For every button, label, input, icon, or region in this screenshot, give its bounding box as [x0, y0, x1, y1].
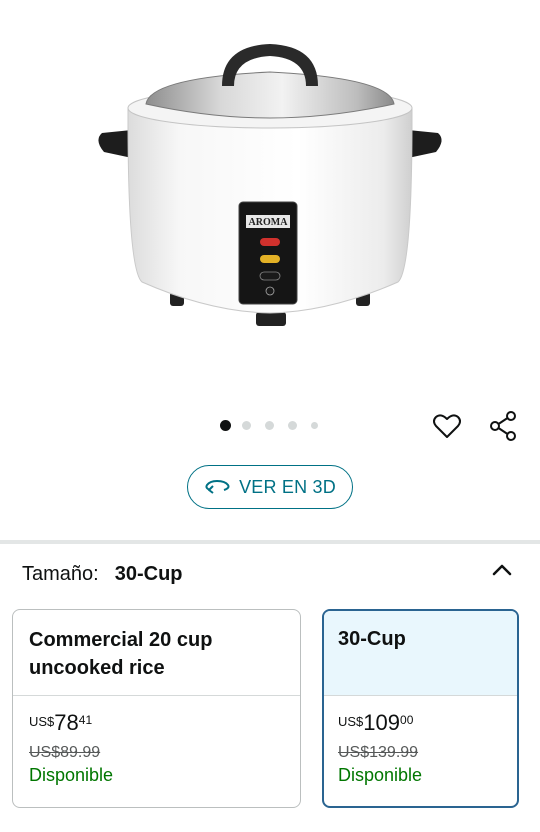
section-divider	[0, 540, 540, 544]
size-option-card-selected[interactable]: 30-Cup US$ 109 00 US$139.99 Disponible	[322, 609, 519, 808]
favorite-button[interactable]	[430, 409, 464, 443]
price-currency: US$	[29, 714, 55, 729]
product-image[interactable]: AROMA	[0, 0, 540, 395]
rotate-3d-icon	[205, 479, 230, 494]
size-option-header: Commercial 20 cup uncooked rice	[13, 610, 300, 696]
price-fraction: 41	[78, 713, 93, 727]
size-selected-value: 30-Cup	[114, 562, 183, 585]
size-label: Tamaño:	[22, 562, 99, 585]
size-option-title: 30-Cup	[338, 628, 406, 650]
size-option-body: US$ 109 00 US$139.99 Disponible	[324, 696, 517, 786]
carousel-dot-1[interactable]	[220, 420, 231, 431]
rice-cooker-image: AROMA	[98, 44, 442, 326]
brand-logo: AROMA	[249, 217, 289, 228]
heart-icon	[433, 414, 461, 438]
availability: Disponible	[338, 765, 423, 785]
list-price: US$139.99	[338, 744, 419, 761]
price-currency: US$	[338, 714, 364, 729]
carousel-dot-3[interactable]	[265, 421, 274, 430]
size-option-card[interactable]: Commercial 20 cup uncooked rice US$ 78 4…	[12, 609, 301, 808]
size-selector-header: Tamaño: 30-Cup	[22, 560, 183, 588]
size-option-title: Commercial 20 cup uncooked rice	[29, 629, 213, 679]
view-3d-label: VER EN 3D	[239, 476, 336, 497]
collapse-size-button[interactable]	[488, 556, 516, 584]
size-option-header: 30-Cup	[324, 611, 517, 696]
view-3d-button[interactable]: VER EN 3D	[187, 465, 353, 509]
availability: Disponible	[29, 765, 114, 785]
share-icon	[490, 411, 516, 441]
carousel-dot-4[interactable]	[288, 421, 297, 430]
price: US$ 78 41	[29, 710, 284, 740]
share-button[interactable]	[487, 409, 521, 443]
size-option-body: US$ 78 41 US$89.99 Disponible	[13, 696, 300, 786]
price-fraction: 00	[400, 713, 414, 727]
list-price: US$89.99	[29, 744, 101, 761]
price-whole: 109	[363, 710, 401, 735]
price-whole: 78	[54, 710, 79, 735]
carousel-dot-2[interactable]	[242, 421, 251, 430]
price: US$ 109 00	[338, 710, 503, 740]
chevron-up-icon	[492, 564, 512, 576]
carousel-dot-5[interactable]	[311, 422, 318, 429]
